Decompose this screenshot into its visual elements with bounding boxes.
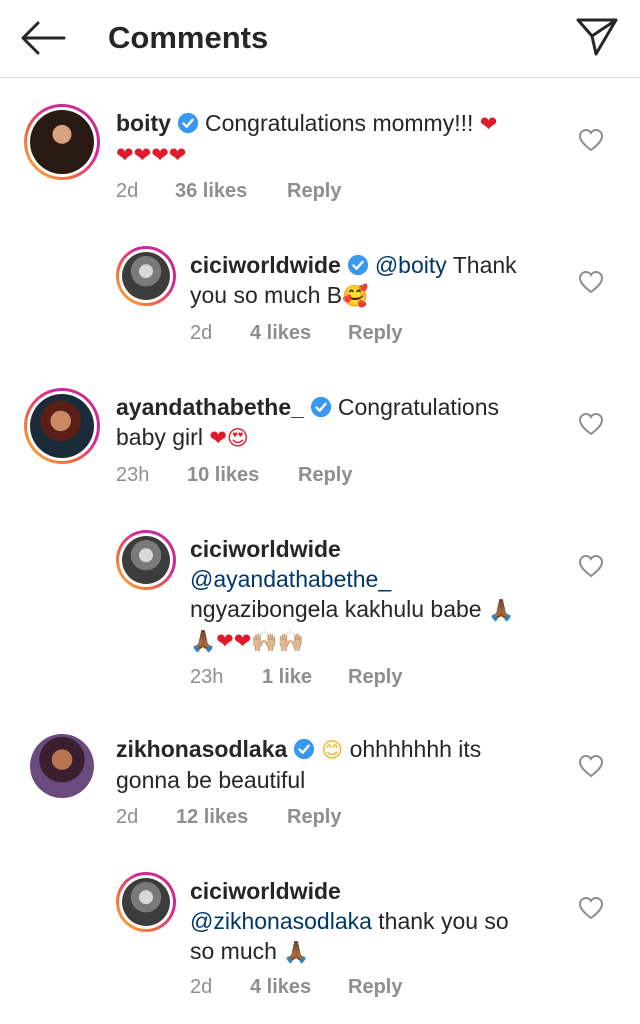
mention-link[interactable]: @zikhonasodlaka [190,908,372,934]
reply-comment-item: ciciworldwide @ayandathabethe_ ngyazibon… [0,526,640,696]
verified-badge-icon [347,254,368,276]
comment-time: 2d [190,322,213,344]
avatar[interactable] [24,388,100,464]
comment-item: zikhonasodlaka 😊 ohhhhhhh its gonna be be… [0,726,640,836]
smiling-face-hearts-emoji: 🥰 [342,284,369,308]
comment-text: Congratulations mommy!!! [204,110,474,136]
comment-text: you so much B [190,282,343,308]
comment-meta: 2d 4 likes Reply [190,320,570,346]
comment-username[interactable]: ciciworldwide [190,878,341,904]
like-heart-icon[interactable] [578,896,604,920]
comment-text: Thank [452,252,517,278]
comment-time: 23h [190,666,224,688]
avatar[interactable] [116,872,176,932]
comment-text: ngyazibongela kakhulu babe [190,596,482,622]
comment-username[interactable]: ciciworldwide [190,252,341,278]
folded-hands-emoji: 🙏🏾 [487,598,515,622]
reply-button[interactable]: Reply [348,664,402,690]
comment-text: gonna be beautiful [116,767,306,793]
comment-text: thank you so [378,908,509,934]
reply-button[interactable]: Reply [298,462,352,488]
folded-hands-emoji: 🙏🏾 [283,940,310,964]
comment-time: 2d [190,976,213,998]
header-bar: Comments [0,0,640,78]
likes-count[interactable]: 4 likes [250,320,311,346]
like-heart-icon[interactable] [578,412,604,436]
reply-comment-item: ciciworldwide @boity Thank you so much B🥰… [0,242,640,352]
mention-link[interactable]: @boity [375,252,447,278]
comment-text: Congratulations [337,394,500,420]
comment-item: ayandathabethe_ Congratulations baby girl… [0,384,640,494]
heart-emoji: ❤❤ [216,629,252,653]
likes-count[interactable]: 1 like [262,664,312,690]
verified-badge-icon [294,738,315,760]
like-heart-icon[interactable] [578,128,604,152]
back-arrow-icon[interactable] [18,18,66,58]
like-heart-icon[interactable] [578,754,604,778]
smiling-face-emoji: 😊 [321,738,344,762]
avatar[interactable] [24,104,100,180]
comment-meta: 23h 1 like Reply [190,664,570,690]
comment-time: 2d [116,180,139,202]
comment-username[interactable]: zikhonasodlaka [116,736,287,762]
comment-text: baby girl [116,424,203,450]
raised-hands-emoji: 🙌🏼🙌🏼 [251,629,304,653]
likes-count[interactable]: 12 likes [176,804,248,830]
reply-button[interactable]: Reply [287,804,341,830]
comment-username[interactable]: boity [116,110,171,136]
comment-meta: 2d 12 likes Reply [116,804,516,830]
comment-text: ohhhhhhh its [349,736,482,762]
heart-emoji: ❤ [479,112,498,136]
reply-button[interactable]: Reply [348,974,402,1000]
page-title: Comments [108,20,269,55]
verified-badge-icon [310,396,331,418]
mention-link[interactable]: @ayandathabethe_ [190,566,391,592]
heart-emoji: ❤❤❤❤ [116,143,187,167]
heart-eyes-emoji: ❤😍 [209,426,249,450]
folded-hands-emoji: 🙏🏾 [190,629,217,653]
reply-comment-item: ciciworldwide @zikhonasodlaka thank you … [0,868,640,1018]
like-heart-icon[interactable] [578,554,604,578]
likes-count[interactable]: 10 likes [187,462,259,488]
reply-button[interactable]: Reply [287,178,341,204]
comment-time: 2d [116,806,139,828]
comment-text: so much [190,938,277,964]
reply-button[interactable]: Reply [348,320,402,346]
verified-badge-icon [177,112,199,134]
comment-meta: 23h 10 likes Reply [116,462,516,488]
comment-username[interactable]: ayandathabethe_ [116,394,304,420]
avatar[interactable] [30,734,94,798]
comment-meta: 2d 4 likes Reply [190,974,570,1000]
likes-count[interactable]: 36 likes [175,178,247,204]
likes-count[interactable]: 4 likes [250,974,311,1000]
like-heart-icon[interactable] [578,270,604,294]
comment-item: boity Congratulations mommy!!! ❤ ❤❤❤❤ 2d … [0,100,640,210]
comment-time: 23h [116,464,150,486]
avatar[interactable] [116,530,176,590]
comment-username[interactable]: ciciworldwide [190,536,341,562]
direct-send-icon[interactable] [572,12,622,62]
avatar[interactable] [116,246,176,306]
comment-meta: 2d 36 likes Reply [116,178,516,204]
